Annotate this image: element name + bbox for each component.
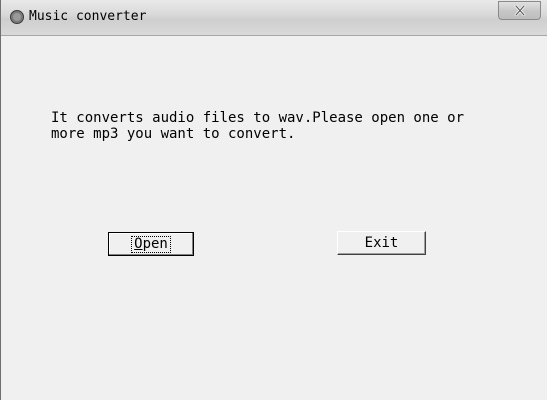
close-button[interactable] [498,1,541,20]
focus-rect: Open [131,235,171,253]
instruction-text: It converts audio files to wav.Please op… [51,110,465,142]
title-bar[interactable]: Music converter [1,0,547,36]
main-window: Music converter It converts audio files … [0,0,547,400]
open-button-label: Open [134,236,168,252]
open-label-rest: pen [142,235,168,252]
open-mnemonic: O [134,235,143,252]
client-area: It converts audio files to wav.Please op… [1,36,547,400]
close-icon [514,1,526,20]
exit-button-label: Exit [364,235,399,251]
exit-button[interactable]: Exit [337,231,426,255]
window-title: Music converter [29,9,147,24]
circle-app-icon[interactable] [9,9,25,25]
open-button[interactable]: Open [108,232,194,256]
